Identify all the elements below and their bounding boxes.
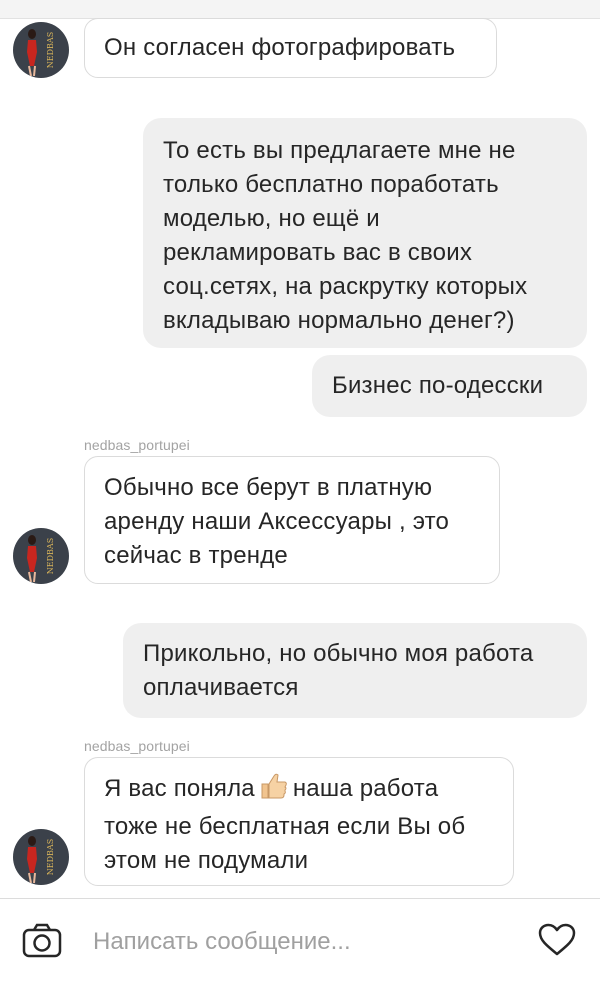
status-bar-strip xyxy=(0,0,600,19)
message-line: соц.сетях, на раскрутку которых xyxy=(163,273,528,300)
avatar[interactable]: NEDBAS xyxy=(13,829,69,885)
avatar[interactable]: NEDBAS xyxy=(13,22,69,78)
camera-icon[interactable] xyxy=(22,923,62,964)
message-line: Обычно все берут в платную xyxy=(104,474,433,501)
message-bubble-outgoing: Прикольно, но обычно моя работа оплачива… xyxy=(123,623,587,718)
thumbs-up-icon xyxy=(259,772,289,810)
message-line: сейчас в тренде xyxy=(104,542,288,569)
message-line: Я вас поняла наша работа xyxy=(104,772,493,810)
sender-name: nedbas_portupei xyxy=(84,738,190,754)
avatar[interactable]: NEDBAS xyxy=(13,528,69,584)
avatar-brand-text: NEDBAS xyxy=(46,538,55,574)
message-text: Бизнес по-одесски xyxy=(332,372,544,399)
avatar-brand-text: NEDBAS xyxy=(46,32,55,68)
message-bubble-incoming: Он согласен фотографировать xyxy=(84,18,497,78)
avatar-image: NEDBAS xyxy=(27,535,55,583)
message-input[interactable] xyxy=(93,927,513,957)
message-composer xyxy=(0,898,600,984)
message-text: Я вас поняла xyxy=(104,775,255,802)
avatar-image: NEDBAS xyxy=(27,836,55,884)
avatar-image: NEDBAS xyxy=(27,29,55,77)
message-line: аренду наши Аксессуары , это xyxy=(104,508,450,535)
message-line: рекламировать вас в своих xyxy=(163,239,473,266)
avatar-brand-text: NEDBAS xyxy=(46,839,55,875)
message-line: тоже не бесплатная если Вы об xyxy=(104,813,466,840)
message-line: только бесплатно поработать xyxy=(163,171,499,198)
message-line: вкладываю нормально денег?) xyxy=(163,307,515,334)
message-text: наша работа xyxy=(292,775,439,802)
message-line: оплачивается xyxy=(143,674,299,701)
message-bubble-outgoing: То есть вы предлагаете мне не только бес… xyxy=(143,118,587,348)
message-line: моделью, но ещё и xyxy=(163,205,380,232)
sender-name: nedbas_portupei xyxy=(84,437,190,453)
message-bubble-incoming: Я вас поняла наша работа тоже не бесплат… xyxy=(84,757,514,886)
message-bubble-outgoing: Бизнес по-одесски xyxy=(312,355,587,417)
message-line: То есть вы предлагаете мне не xyxy=(163,137,516,164)
message-text: Он согласен фотографировать xyxy=(104,34,456,61)
message-bubble-incoming: Обычно все берут в платную аренду наши А… xyxy=(84,456,500,584)
message-line: Прикольно, но обычно моя работа xyxy=(143,640,534,667)
heart-icon[interactable] xyxy=(538,923,576,962)
message-line: этом не подумали xyxy=(104,847,309,874)
